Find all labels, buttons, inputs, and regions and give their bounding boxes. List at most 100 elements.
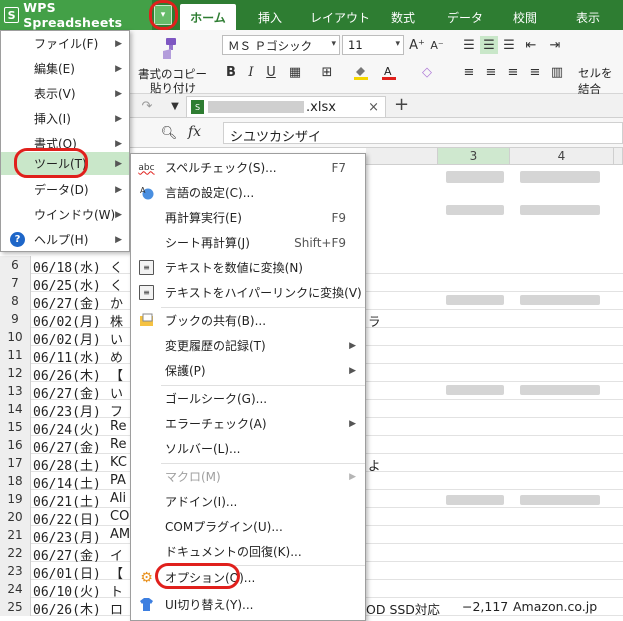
- row-number[interactable]: 8: [0, 292, 31, 310]
- font-name-combo[interactable]: ＭＳ Ｐゴシック ▾: [222, 35, 340, 55]
- app-menu-button[interactable]: S WPS Spreadsheets: [0, 0, 152, 30]
- indent-decrease-icon[interactable]: ⇤: [522, 36, 540, 54]
- menu-item-help[interactable]: ? ヘルプ(H) ▶: [1, 227, 129, 252]
- new-tab-button[interactable]: +: [394, 94, 409, 115]
- column-header-3[interactable]: 3: [438, 148, 510, 165]
- row-number[interactable]: 9: [0, 310, 31, 328]
- submenu-solver[interactable]: ソルバー(L)...: [131, 436, 365, 461]
- row-number[interactable]: 19: [0, 490, 31, 508]
- submenu-share-book[interactable]: ブックの共有(B)...: [131, 308, 365, 333]
- align-center-icon[interactable]: ≡: [482, 63, 500, 81]
- tab-list-dropdown-icon[interactable]: ▼: [166, 97, 184, 115]
- submenu-protect[interactable]: 保護(P) ▶: [131, 358, 365, 383]
- row-number[interactable]: 17: [0, 454, 31, 472]
- row-number[interactable]: 21: [0, 526, 31, 544]
- font-color-icon[interactable]: A: [380, 63, 398, 81]
- menu-item-edit[interactable]: 編集(E) ▶: [1, 56, 129, 81]
- app-menu-dropdown-button[interactable]: ▾: [154, 5, 172, 25]
- format-painter-icon[interactable]: [158, 36, 180, 62]
- text-cell[interactable]: Re: [110, 437, 126, 452]
- column-header-next[interactable]: [614, 148, 623, 165]
- column-header-stub[interactable]: [366, 148, 438, 165]
- text-cell[interactable]: ロ: [110, 599, 123, 618]
- zoom-search-icon[interactable]: 🔍︎: [160, 124, 178, 142]
- submenu-recalculate[interactable]: 再計算実行(E) F9: [131, 205, 365, 230]
- submenu-goal-seek[interactable]: ゴールシーク(G)...: [131, 386, 365, 411]
- align-middle-icon[interactable]: ☰: [480, 36, 498, 54]
- date-cell[interactable]: 06/26(木): [33, 599, 101, 618]
- row-number[interactable]: 6: [0, 256, 31, 274]
- merge-cells-button[interactable]: セルを結合: [578, 65, 623, 97]
- menu-item-tools[interactable]: ツール(T) ▶: [1, 152, 129, 175]
- submenu-spell-check[interactable]: abc スペルチェック(S)... F7: [131, 155, 365, 180]
- tab-home[interactable]: ホーム: [180, 4, 236, 30]
- row-number[interactable]: 11: [0, 346, 31, 364]
- submenu-text-to-hyperlink[interactable]: ≡ テキストをハイパーリンクに変換(V): [131, 280, 365, 305]
- menu-item-window[interactable]: ウインドウ(W) ▶: [1, 202, 129, 227]
- row-number[interactable]: 14: [0, 400, 31, 418]
- distribute-icon[interactable]: ▥: [548, 63, 566, 81]
- fx-icon[interactable]: fx: [188, 124, 201, 140]
- row-number[interactable]: 20: [0, 508, 31, 526]
- submenu-language-settings[interactable]: A 言語の設定(C)...: [131, 180, 365, 205]
- close-icon[interactable]: ×: [368, 100, 379, 115]
- tab-insert[interactable]: 挿入: [245, 4, 295, 30]
- indent-increase-icon[interactable]: ⇥: [546, 36, 564, 54]
- menu-item-view[interactable]: 表示(V) ▶: [1, 81, 129, 106]
- bold-button[interactable]: B: [222, 63, 240, 81]
- text-cell[interactable]: Ali: [110, 491, 126, 506]
- redo-icon[interactable]: ↷: [138, 97, 156, 115]
- italic-button[interactable]: I: [242, 63, 260, 81]
- align-right-icon[interactable]: ≡: [504, 63, 522, 81]
- tab-view[interactable]: 表示: [560, 4, 616, 30]
- borders-icon[interactable]: ▦: [286, 63, 304, 81]
- tab-data[interactable]: データ: [438, 4, 492, 30]
- clear-format-icon[interactable]: ◇: [418, 63, 436, 81]
- shop-cell[interactable]: Amazon.co.jp: [513, 599, 597, 614]
- submenu-ui-switch[interactable]: UI切り替え(Y)...: [131, 592, 365, 617]
- align-left-icon[interactable]: ≡: [460, 63, 478, 81]
- submenu-text-to-number[interactable]: ≡ テキストを数値に変換(N): [131, 255, 365, 280]
- align-bottom-icon[interactable]: ☰: [500, 36, 518, 54]
- merge-format-icon[interactable]: ⊞: [318, 63, 336, 81]
- item-cell[interactable]: OD SSD対応: [366, 599, 440, 618]
- row-number[interactable]: 18: [0, 472, 31, 490]
- row-number[interactable]: 13: [0, 382, 31, 400]
- justify-icon[interactable]: ≡: [526, 63, 544, 81]
- row-number[interactable]: 24: [0, 580, 31, 598]
- submenu-addin[interactable]: アドイン(I)...: [131, 489, 365, 514]
- row-number[interactable]: 25: [0, 598, 31, 616]
- submenu-track-changes[interactable]: 変更履歴の記録(T) ▶: [131, 333, 365, 358]
- row-number[interactable]: 16: [0, 436, 31, 454]
- row-number[interactable]: 15: [0, 418, 31, 436]
- text-cell[interactable]: CO: [110, 509, 129, 524]
- row-number[interactable]: 22: [0, 544, 31, 562]
- fill-color-icon[interactable]: [352, 63, 370, 81]
- text-cell[interactable]: AM: [110, 527, 130, 542]
- submenu-sheet-recalculate[interactable]: シート再計算(J) Shift+F9: [131, 230, 365, 255]
- text-cell[interactable]: PA: [110, 473, 126, 488]
- underline-button[interactable]: U: [262, 63, 280, 81]
- menu-item-insert[interactable]: 挿入(I) ▶: [1, 106, 129, 131]
- amount-cell[interactable]: −2,117: [462, 599, 508, 614]
- row-number[interactable]: 12: [0, 364, 31, 382]
- menu-item-file[interactable]: ファイル(F) ▶: [1, 31, 129, 56]
- submenu-document-recovery[interactable]: ドキュメントの回復(K)...: [131, 539, 365, 564]
- font-size-combo[interactable]: 11 ▾: [342, 35, 404, 55]
- text-cell[interactable]: KC: [110, 455, 127, 470]
- tab-formulas[interactable]: 数式: [380, 4, 426, 30]
- row-number[interactable]: 23: [0, 562, 31, 580]
- tab-review[interactable]: 校閲: [500, 4, 550, 30]
- submenu-options[interactable]: ⚙ オプション(O)...: [131, 565, 365, 590]
- document-tab[interactable]: S .xlsx ×: [186, 96, 386, 117]
- submenu-error-check[interactable]: エラーチェック(A) ▶: [131, 411, 365, 436]
- shrink-font-icon[interactable]: A⁻: [428, 36, 446, 54]
- text-cell[interactable]: Re: [110, 419, 126, 434]
- column-header-4[interactable]: 4: [510, 148, 614, 165]
- align-top-icon[interactable]: ☰: [460, 36, 478, 54]
- grow-font-icon[interactable]: A⁺: [408, 36, 426, 54]
- row-number[interactable]: 10: [0, 328, 31, 346]
- formula-input[interactable]: シユツカシザイ: [223, 122, 623, 145]
- tab-layout[interactable]: レイアウト: [305, 4, 375, 30]
- menu-item-data[interactable]: データ(D) ▶: [1, 177, 129, 202]
